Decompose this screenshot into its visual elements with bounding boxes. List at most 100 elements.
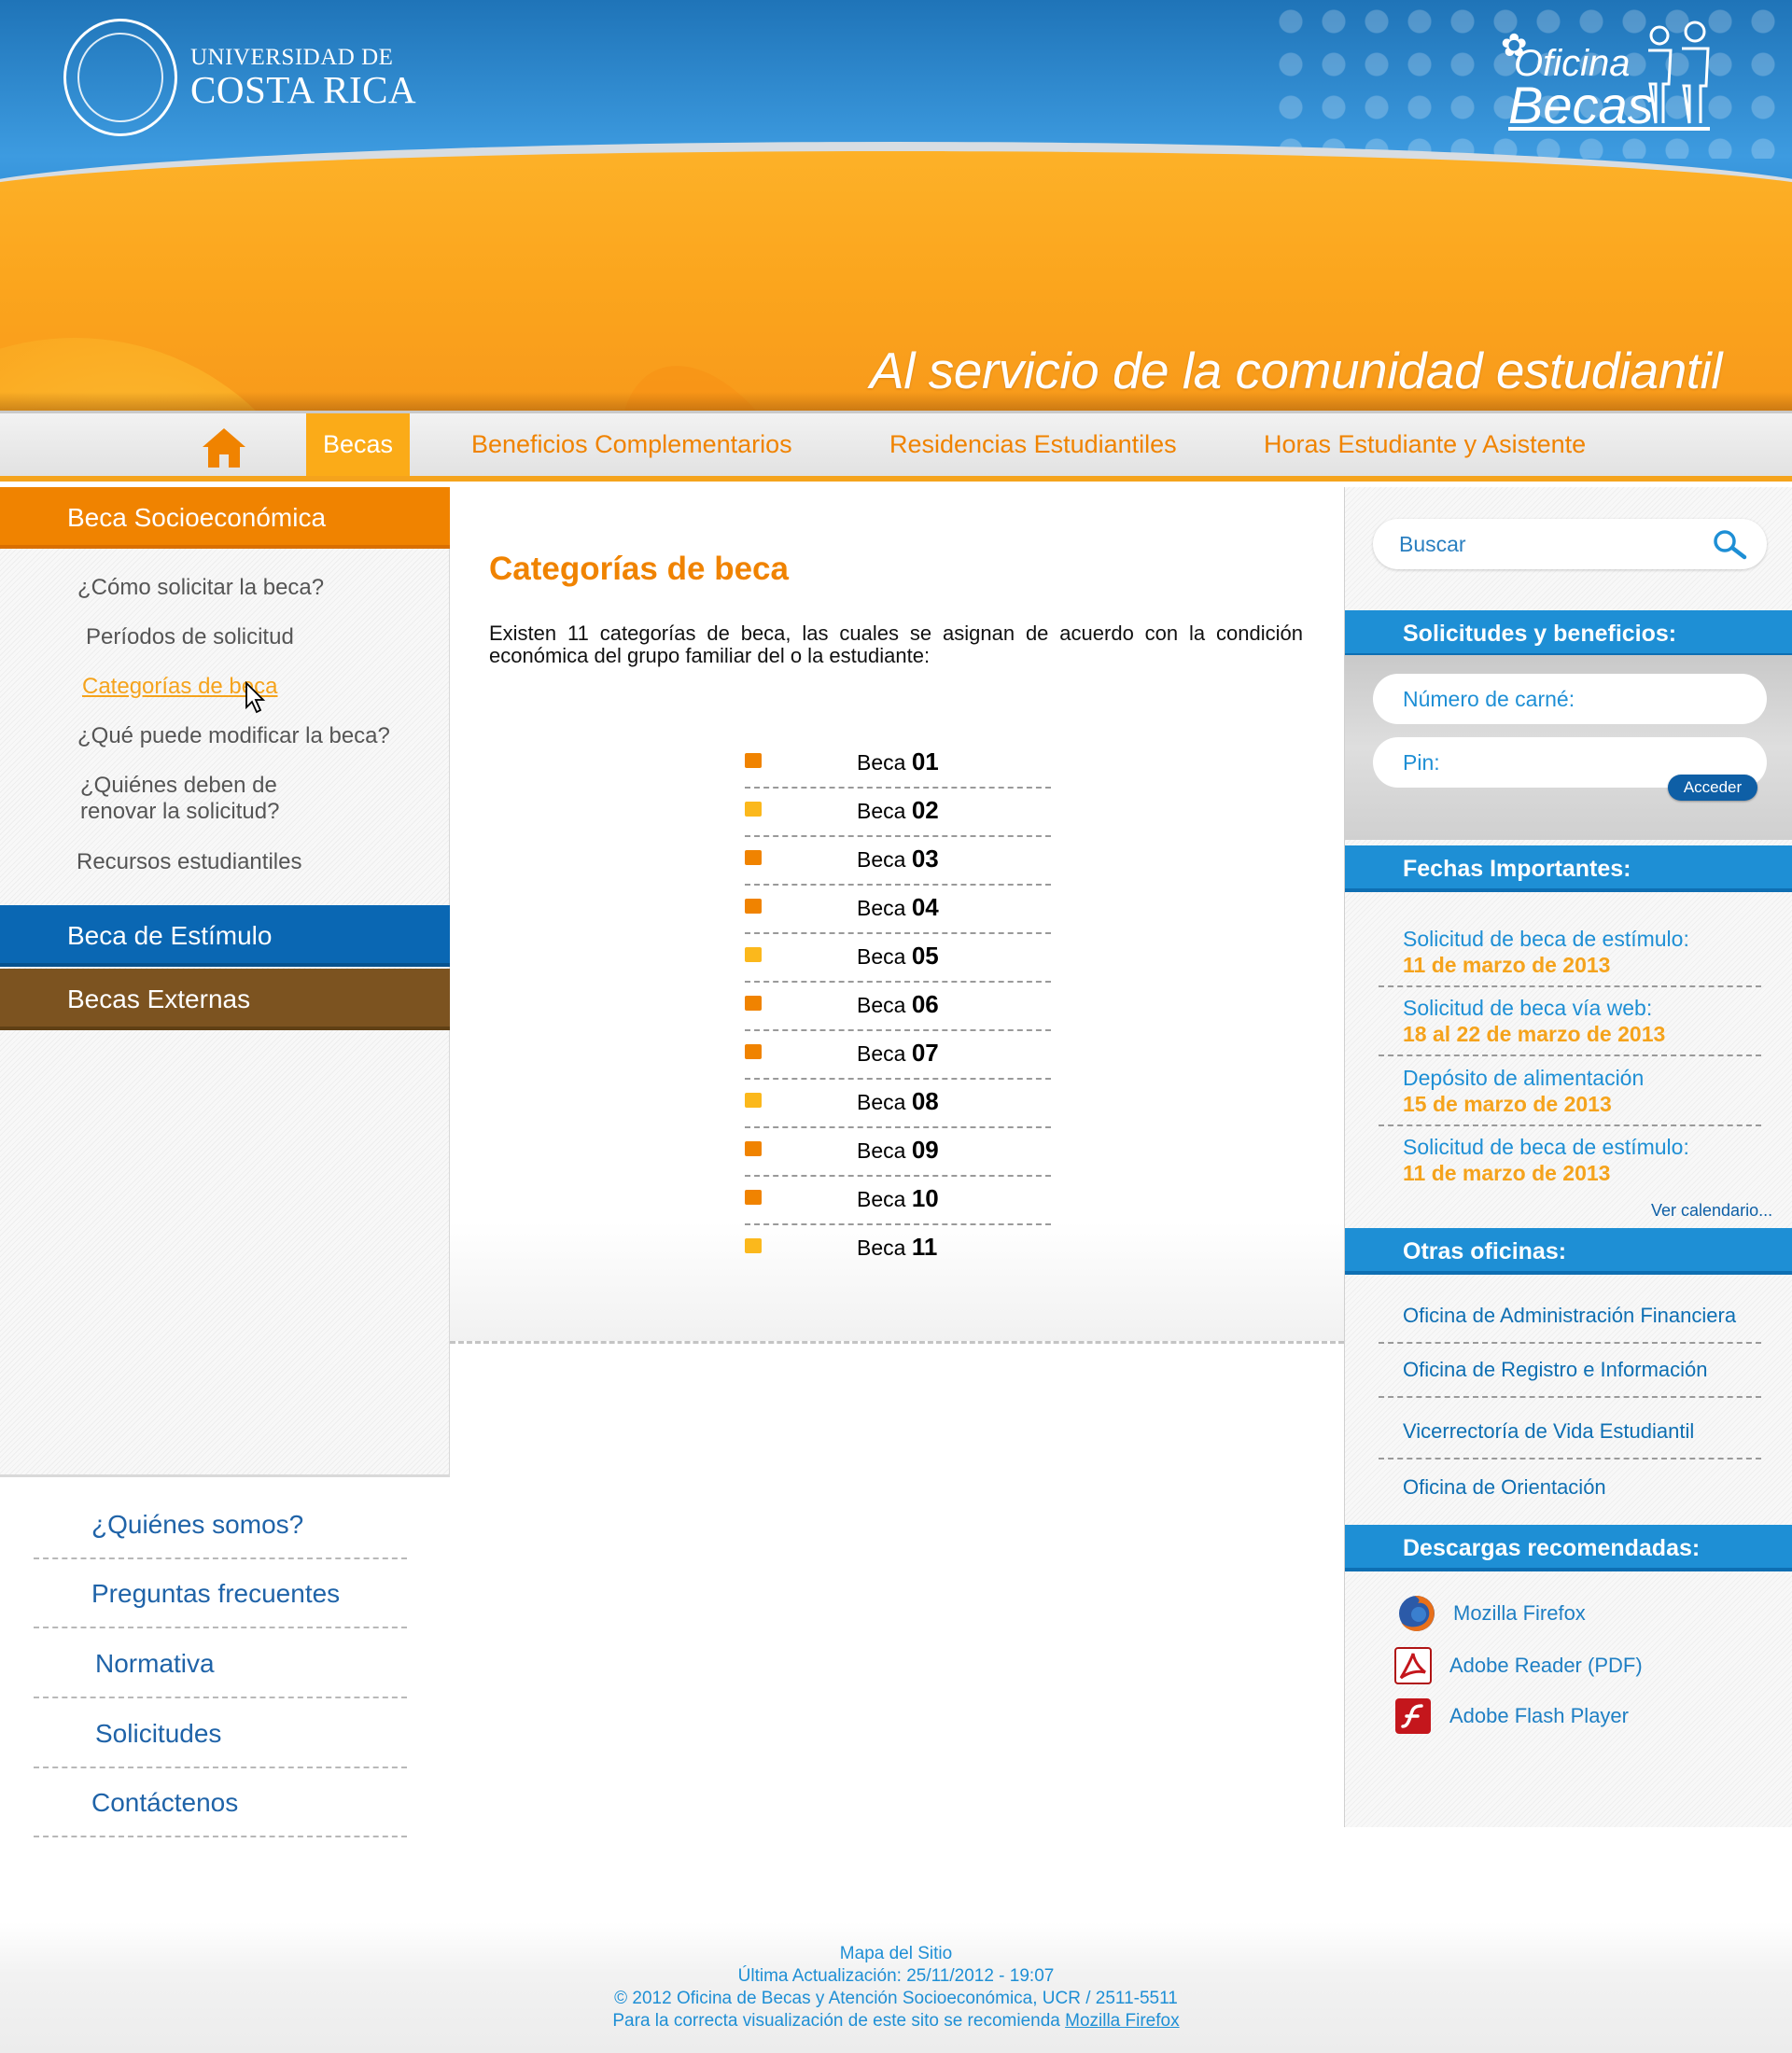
adobe-reader-icon: [1393, 1646, 1433, 1685]
bullet-square-icon: [745, 947, 762, 962]
beca-label: Beca 07: [857, 1039, 939, 1068]
beca-label: Beca 04: [857, 893, 939, 922]
beca-list-item[interactable]: Beca 02: [745, 789, 1051, 837]
date-item-title: Solicitud de beca de estímulo:: [1403, 927, 1689, 951]
nav-item-horas-estudiante[interactable]: Horas Estudiante y Asistente: [1264, 413, 1586, 476]
bullet-square-icon: [745, 899, 762, 914]
link-normativa[interactable]: Normativa: [34, 1629, 407, 1698]
login-panel: Número de carné: Pin: Acceder: [1345, 655, 1792, 840]
beca-prefix: Beca: [857, 847, 906, 872]
sidebar-bottom-links: ¿Quiénes somos? Preguntas frecuentes Nor…: [0, 1474, 450, 1837]
beca-label: Beca 09: [857, 1136, 939, 1165]
footer-last-update: Última Actualización: 25/11/2012 - 19:07: [737, 1966, 1055, 1986]
link-label: Contáctenos: [91, 1788, 239, 1817]
nav-item-becas[interactable]: Becas: [306, 413, 411, 476]
link-label: Solicitudes: [95, 1719, 222, 1748]
beca-list-item[interactable]: Beca 01: [745, 740, 1051, 789]
footer-browser-recommendation: Para la correcta visualización de este s…: [0, 2010, 1792, 2032]
university-name-line1: UNIVERSIDAD DE: [190, 45, 394, 70]
site-footer: Mapa del Sitio Última Actualización: 25/…: [0, 1922, 1792, 2053]
download-label: Adobe Flash Player: [1449, 1704, 1629, 1727]
beca-list-item[interactable]: Beca 06: [745, 983, 1051, 1031]
link-label: ¿Quiénes somos?: [91, 1510, 304, 1539]
search-placeholder: Buscar: [1399, 532, 1466, 556]
download-mozilla-firefox[interactable]: Mozilla Firefox: [1397, 1594, 1586, 1633]
home-icon[interactable]: [201, 426, 247, 469]
beca-list-item[interactable]: Beca 09: [745, 1128, 1051, 1177]
link-oficina-registro[interactable]: Oficina de Registro e Información: [1379, 1344, 1761, 1398]
beca-list-item[interactable]: Beca 07: [745, 1031, 1051, 1080]
mouse-cursor-icon: [245, 681, 266, 714]
sidebar-item-recursos-estudiantiles[interactable]: Recursos estudiantiles: [77, 849, 301, 875]
download-adobe-flash-player[interactable]: Adobe Flash Player: [1393, 1697, 1629, 1736]
heading-descargas-recomendadas: Descargas recomendadas:: [1345, 1525, 1792, 1571]
beca-list-item[interactable]: Beca 08: [745, 1080, 1051, 1128]
beca-number: 05: [911, 942, 939, 970]
beca-list-item[interactable]: Beca 10: [745, 1177, 1051, 1225]
link-quienes-somos[interactable]: ¿Quiénes somos?: [34, 1490, 407, 1559]
beca-number: 10: [911, 1184, 939, 1212]
sidebar-item-label-line1: ¿Quiénes deben de: [80, 773, 277, 798]
date-item[interactable]: Solicitud de beca de estímulo: 11 de mar…: [1379, 918, 1761, 987]
beca-prefix: Beca: [857, 1041, 906, 1066]
bullet-square-icon: [745, 1093, 762, 1108]
date-item-date: 18 al 22 de marzo de 2013: [1403, 1022, 1666, 1046]
sidebar-section-beca-estimulo[interactable]: Beca de Estímulo: [0, 905, 450, 967]
firefox-icon: [1397, 1594, 1436, 1633]
sidebar-section-beca-socioeconomica[interactable]: Beca Socioeconómica: [0, 487, 450, 549]
link-label: Preguntas frecuentes: [91, 1579, 341, 1608]
sidebar-item-quienes-deben-renovar[interactable]: ¿Quiénes deben de renovar la solicitud?: [80, 773, 279, 825]
footer-copyright: © 2012 Oficina de Becas y Atención Socio…: [614, 1989, 1178, 2008]
link-solicitudes[interactable]: Solicitudes: [34, 1699, 407, 1768]
beca-category-list: Beca 01 Beca 02 Beca 03 Beca 04 Beca 05 Beca …: [745, 740, 1051, 1274]
sidebar-item-como-solicitar[interactable]: ¿Cómo solicitar la beca?: [77, 575, 324, 601]
beca-label: Beca 08: [857, 1087, 939, 1116]
link-vicerrectoria-vida-estudiantil[interactable]: Vicerrectoría de Vida Estudiantil: [1379, 1405, 1761, 1459]
beca-number: 11: [911, 1233, 938, 1261]
download-adobe-reader[interactable]: Adobe Reader (PDF): [1393, 1646, 1643, 1685]
link-contactenos[interactable]: Contáctenos: [34, 1768, 407, 1837]
bullet-square-icon: [745, 1141, 762, 1156]
link-oficina-orientacion[interactable]: Oficina de Orientación: [1379, 1461, 1761, 1515]
date-item[interactable]: Solicitud de beca vía web: 18 al 22 de m…: [1379, 987, 1761, 1056]
ver-calendario-link[interactable]: Ver calendario...: [1651, 1201, 1772, 1221]
footer-sitemap-link[interactable]: Mapa del Sitio: [0, 1943, 1792, 1965]
date-item[interactable]: Depósito de alimentación 15 de marzo de …: [1379, 1057, 1761, 1126]
university-logo[interactable]: UNIVERSIDAD DE COSTA RICA: [63, 19, 416, 136]
search-icon[interactable]: [1711, 528, 1748, 562]
beca-list-item[interactable]: Beca 11: [745, 1225, 1051, 1274]
beca-prefix: Beca: [857, 1090, 906, 1114]
sidebar-section-becas-externas[interactable]: Becas Externas: [0, 969, 450, 1030]
link-preguntas-frecuentes[interactable]: Preguntas frecuentes: [34, 1559, 407, 1628]
main-content: Categorías de beca Existen 11 categorías…: [450, 487, 1344, 1344]
nav-item-residencias-estudiantiles[interactable]: Residencias Estudiantiles: [889, 413, 1177, 476]
sidebar-item-periodos-solicitud[interactable]: Períodos de solicitud: [86, 624, 294, 650]
beca-list-item[interactable]: Beca 04: [745, 886, 1051, 934]
beca-number: 04: [911, 893, 939, 921]
acceder-button[interactable]: Acceder: [1668, 775, 1757, 801]
oficina-becas-logo[interactable]: ✿ Oficina Becas: [1493, 19, 1717, 135]
search-input[interactable]: Buscar: [1373, 519, 1767, 569]
page-title: Categorías de beca: [489, 551, 789, 587]
bullet-square-icon: [745, 996, 762, 1011]
bullet-square-icon: [745, 1190, 762, 1205]
heading-fechas-importantes: Fechas Importantes:: [1345, 845, 1792, 892]
footer-sitemap-label[interactable]: Mapa del Sitio: [840, 1944, 952, 1963]
bullet-square-icon: [745, 802, 762, 817]
nav-item-beneficios-complementarios[interactable]: Beneficios Complementarios: [471, 413, 792, 476]
beca-prefix: Beca: [857, 750, 906, 775]
sidebar-item-que-puede-modificar[interactable]: ¿Qué puede modificar la beca?: [77, 723, 390, 749]
beca-list-item[interactable]: Beca 05: [745, 934, 1051, 983]
date-item[interactable]: Solicitud de beca de estímulo: 11 de mar…: [1379, 1126, 1761, 1195]
footer-firefox-link[interactable]: Mozilla Firefox: [1065, 2011, 1179, 2031]
date-item-title: Solicitud de beca vía web:: [1403, 996, 1653, 1020]
beca-prefix: Beca: [857, 1236, 906, 1260]
beca-number: 06: [911, 990, 939, 1018]
site-header: UNIVERSIDAD DE COSTA RICA ✿ Oficina Beca…: [0, 0, 1792, 411]
carne-field[interactable]: Número de carné:: [1373, 674, 1767, 724]
beca-label: Beca 05: [857, 942, 939, 971]
link-oficina-administracion-financiera[interactable]: Oficina de Administración Financiera: [1379, 1290, 1761, 1344]
date-item-date: 15 de marzo de 2013: [1403, 1092, 1612, 1116]
beca-number: 08: [911, 1087, 939, 1115]
beca-list-item[interactable]: Beca 03: [745, 837, 1051, 886]
